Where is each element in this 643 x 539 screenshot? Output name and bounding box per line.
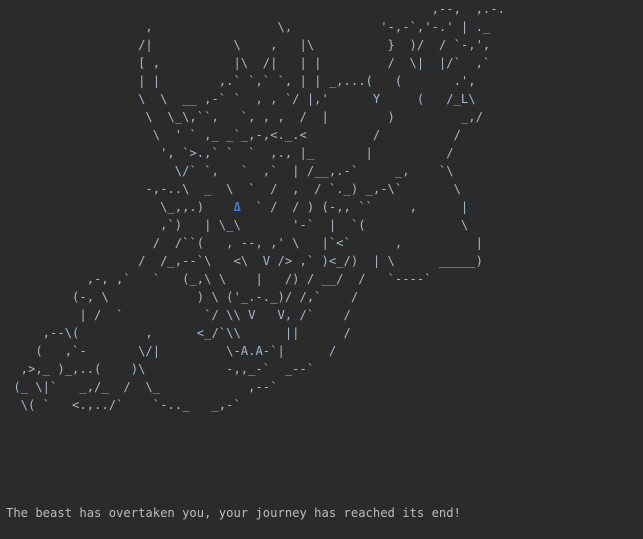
ascii-line: \ ' ` ,_ _`_,-,<._.< / / xyxy=(6,128,461,142)
ascii-line: ,--\( , <_/`\\ || / xyxy=(6,326,351,340)
beast-ascii-art: ,--, ,.-. , \, '-,-`,'-.' | ._ /| \ , |\… xyxy=(6,0,643,414)
ascii-line: \_,,.) Δ ` / / ) (-,, `` , | xyxy=(6,200,469,214)
ascii-line: | / ` `/ \\ V V, /` / xyxy=(6,308,351,322)
ascii-line: / /_,--`\ <\ V /> ,` )<_/) | \ _____) xyxy=(6,254,483,268)
ascii-line: / /``( , --, ,' \ |`<` , | xyxy=(6,236,483,250)
ascii-line: (_ \|` _,/_ / \_ ,--` xyxy=(6,380,278,394)
ascii-line: ,-, ,` ` (_,\ \ | /) / __/ / `----` xyxy=(6,272,432,286)
ascii-line: ,>,_ )_,..( )\ -,,_-` _--` xyxy=(6,362,315,376)
player-marker-icon: Δ xyxy=(233,200,241,214)
ascii-line: ', `>.,` ` ` ,., |_ | / xyxy=(6,146,454,160)
ascii-line: [ , |\ /| | | / \| |/` ,` xyxy=(6,56,491,70)
terminal-output: ,--, ,.-. , \, '-,-`,'-.' | ._ /| \ , |\… xyxy=(0,0,643,539)
ascii-line: /| \ , |\ } )/ / `-,', xyxy=(6,38,491,52)
ascii-line: \/` `, ` ,` | /__,.-` _, `\ xyxy=(6,164,454,178)
game-over-message: The beast has overtaken you, your journe… xyxy=(6,506,461,520)
ascii-line: ( ,`- \/| \-A.A-`| / xyxy=(6,344,337,358)
ascii-line: \ \ __ ,-` ` , , `/ |,' Y ( /_L\ xyxy=(6,92,476,106)
ascii-line: | | ,.` `,` `, | | _,...( ( .', xyxy=(6,74,476,88)
ascii-line: (-, \ ) \ ('_.-._)/ /,` / xyxy=(6,290,359,304)
ascii-line: \( ` <.,../` `-.._ _,-` xyxy=(6,398,241,412)
ascii-line: \ \_\,``, `, , , / | ) _,/ xyxy=(6,110,483,124)
ascii-line: -,-..\ _ \ ` / , / `._) _,-\` \ xyxy=(6,182,461,196)
ascii-line: , \, '-,-`,'-.' | ._ xyxy=(6,20,491,34)
ascii-line: ,`) | \_\ '-` | `( \ xyxy=(6,218,469,232)
ascii-line: ,--, ,.-. xyxy=(6,2,505,16)
